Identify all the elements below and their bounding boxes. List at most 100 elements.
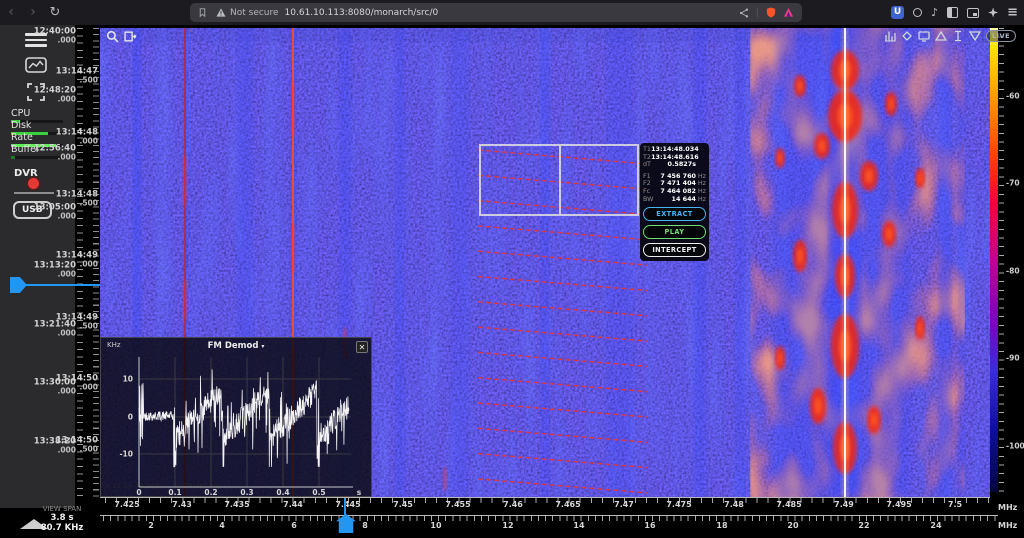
freq-tick-label: 7.485 — [776, 500, 801, 509]
demod-x-tick-label: 0.2 — [204, 488, 217, 497]
action-button[interactable]: PLAY — [643, 225, 706, 239]
band-tick-label: 4 — [219, 521, 225, 530]
freq-unit-label: MHz — [998, 503, 1017, 512]
view-span-bandwidth: 80.7 KHz — [18, 523, 106, 533]
band-tick-label: 12 — [502, 521, 513, 530]
colorbar-tick-label: -70 — [1006, 179, 1020, 188]
security-label: Not secure — [230, 8, 279, 18]
demod-y-tick-label: 0 — [128, 413, 133, 422]
shield-icon[interactable] — [766, 7, 776, 18]
browser-menu-button[interactable]: ≡ — [1007, 5, 1018, 20]
freq-tick-label: 7.465 — [555, 500, 580, 509]
share-icon[interactable] — [739, 8, 749, 18]
freq-tick-label: 7.5 — [948, 500, 962, 509]
colorbar-tick-label: -60 — [1006, 92, 1020, 101]
freq-tick-label: 7.445 — [335, 500, 360, 509]
triangle-down-icon[interactable] — [969, 30, 981, 42]
freq-tick-label: 7.49 — [834, 500, 854, 509]
url-bar[interactable]: Not secure 10.61.10.113:8080/monarch/src… — [190, 3, 802, 22]
freq-tick-label: 7.455 — [445, 500, 470, 509]
band-tick-label: 14 — [573, 521, 584, 530]
freq-tick-label: 7.475 — [666, 500, 691, 509]
histogram-tool-icon[interactable] — [884, 30, 896, 42]
cursor-ibeam-icon[interactable] — [952, 30, 964, 42]
demod-x-unit: s — [357, 488, 361, 497]
forward-button[interactable]: › — [22, 0, 44, 25]
pill-divider: | — [756, 7, 759, 18]
colorbar-tick-label: -90 — [1006, 354, 1020, 363]
view-span: VIEW SPAN 3.8 s 80.7 KHz — [18, 505, 106, 533]
spark-icon[interactable] — [988, 8, 998, 18]
half-square-icon[interactable] — [947, 7, 958, 18]
warning-icon — [216, 8, 226, 17]
selection-divider[interactable] — [559, 146, 561, 214]
view-span-label: VIEW SPAN — [18, 505, 106, 513]
selection-info-panel: T113:14:48.034 T213:14:48.616 dT0.5827s … — [640, 143, 709, 261]
freq-tick-label: 7.425 — [114, 500, 139, 509]
timeline-inner-label: 13:14:48.000 — [56, 129, 98, 146]
band-tick-label: 10 — [430, 521, 441, 530]
freq-tick-label: 7.495 — [886, 500, 911, 509]
timeline-inner-label: 13:14:48.500 — [56, 191, 98, 208]
zoom-tool-icon[interactable] — [106, 30, 119, 43]
layers-tool-icon[interactable] — [901, 30, 913, 42]
info-row: dT0.5827s — [643, 161, 706, 169]
timeline-marker-line — [26, 284, 100, 286]
triangle-up-icon[interactable] — [935, 30, 947, 42]
display-tool-icon[interactable] — [918, 30, 930, 42]
demod-x-tick-label: 0.3 — [240, 488, 253, 497]
demod-x-tick-label: 0.1 — [168, 488, 181, 497]
demod-y-tick-label: 10 — [123, 375, 133, 384]
band-axis[interactable]: 24681012141618202224 — [0, 521, 1024, 535]
timeline-inner-label: 13:14:50.000 — [56, 375, 98, 392]
band-tick-label: 20 — [787, 521, 798, 530]
ring-extension-icon[interactable] — [913, 8, 922, 17]
bookmark-icon[interactable] — [198, 7, 207, 18]
ublock-icon[interactable]: U — [891, 6, 904, 19]
timeline-inner-label: 13:14:49.000 — [56, 252, 98, 269]
url-text[interactable]: 10.61.10.113:8080/monarch/src/0 — [285, 8, 439, 18]
freq-tick-label: 7.45 — [393, 500, 413, 509]
demod-x-tick-label: 0.4 — [276, 488, 289, 497]
pip-icon[interactable] — [967, 8, 979, 18]
screen: ‹ › ↻ Not secure 10.61.10.113:8080/monar… — [0, 0, 1024, 538]
freq-axis[interactable]: 7.4257.437.4357.447.4457.457.4557.467.46… — [0, 500, 1024, 514]
music-note-icon[interactable]: ♪ — [931, 7, 938, 18]
colorbar-tick-label: -80 — [1006, 267, 1020, 276]
selection-box[interactable] — [479, 144, 639, 216]
reload-button[interactable]: ↻ — [44, 0, 66, 25]
back-button[interactable]: ‹ — [0, 0, 22, 25]
pan-tool-icon[interactable] — [124, 30, 137, 43]
action-button[interactable]: EXTRACT — [643, 207, 706, 221]
demod-plot — [101, 338, 373, 498]
colorbar-ruler — [999, 28, 1004, 492]
view-span-time: 3.8 s — [18, 513, 106, 523]
band-tick-label: 22 — [858, 521, 869, 530]
band-marker-stem — [344, 498, 346, 516]
action-button[interactable]: INTERCEPT — [643, 243, 706, 257]
timeline-inner-label: 13:14:50.500 — [56, 437, 98, 454]
info-row: BW14 644Hz — [643, 196, 706, 204]
timeline-inner[interactable]: 13:14:47.500 13:14:48.000 13:14:48.500 1… — [52, 25, 98, 508]
band-unit-label: MHz — [998, 521, 1017, 530]
browser-toolbar: ‹ › ↻ Not secure 10.61.10.113:8080/monar… — [0, 0, 1024, 25]
left-tool-icons — [106, 30, 137, 43]
rewards-icon[interactable] — [783, 7, 794, 18]
demod-popup: KHz FM Demod ▾ ✕ 100-10 00.10.20.30.40.5… — [100, 337, 372, 497]
freq-tick-label: 7.44 — [283, 500, 303, 509]
band-tick-label: 6 — [291, 521, 297, 530]
freq-tick-label: 7.435 — [224, 500, 249, 509]
timeline-inner-ruler[interactable] — [93, 28, 99, 498]
band-tick-label: 18 — [716, 521, 727, 530]
demod-y-tick-label: -10 — [119, 450, 133, 459]
band-tick-label: 8 — [362, 521, 368, 530]
demod-x-tick-label: 0.5 — [312, 488, 325, 497]
freq-tick-label: 7.48 — [724, 500, 744, 509]
timeline-inner-label: 13:14:49.500 — [56, 314, 98, 331]
colorbar-gradient[interactable] — [990, 28, 998, 492]
freq-tick-label: 7.47 — [614, 500, 634, 509]
band-tick-label: 16 — [644, 521, 655, 530]
live-button[interactable]: LIVE — [986, 30, 1016, 42]
colorbar-tick-label: -100 — [1006, 442, 1024, 451]
colorbar-labels: -60 -70 -80 -90 -100 — [1006, 28, 1024, 492]
